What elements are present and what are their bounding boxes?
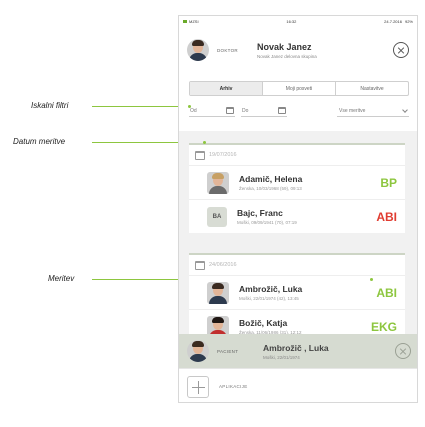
- annotation-label-measurement: Meritev: [48, 274, 75, 283]
- patient-name: Adamič, Helena: [239, 174, 303, 184]
- tab-archive[interactable]: Arhiv: [190, 82, 263, 95]
- date-to-placeholder: Do: [242, 107, 249, 114]
- signal-icon: [183, 19, 187, 23]
- patient-role-label: PACIENT: [217, 348, 239, 354]
- close-icon[interactable]: [393, 42, 409, 58]
- patient-avatar: [207, 281, 229, 304]
- doctor-role-label: DOKTOR: [217, 47, 238, 53]
- annotated-screenshot: Iskalni filtri Datum meritve Meritev MZS…: [0, 0, 425, 427]
- doctor-group: Novak Janez delovna skupina: [257, 53, 317, 59]
- annotation-endpoint: [370, 278, 373, 281]
- group-date: 24/06/2016: [209, 262, 237, 268]
- tab-bar: Arhiv Moji posveti Nastavitve: [189, 81, 409, 96]
- patient-details: Ženska, 10/03/1968 (59), 09:13: [239, 186, 302, 191]
- patient-name: Bajc, Franc: [237, 208, 283, 218]
- list-item[interactable]: Adamič, Helena Ženska, 10/03/1968 (59), …: [189, 165, 405, 199]
- date-group: 19/07/2016 Adamič, Helena Ženska, 10/03/…: [189, 143, 405, 233]
- status-time: 16:32: [286, 18, 297, 24]
- date-from-field[interactable]: Od: [189, 105, 235, 117]
- selected-patient-name: Ambrožič , Luka: [263, 342, 329, 353]
- annotation-label-measurement-date: Datum meritve: [13, 137, 66, 146]
- search-filters: Od Do Vse meritve: [189, 104, 409, 118]
- calendar-icon[interactable]: [278, 107, 286, 114]
- group-date: 19/07/2016: [209, 152, 237, 158]
- status-date: 24.7.2016: [384, 18, 402, 24]
- patient-name: Božič, Katja: [239, 318, 288, 328]
- patient-details: Moški, 09/09/1941 (70), 07:19: [237, 220, 297, 225]
- measurement-type-value: Vse meritve: [339, 107, 366, 114]
- tab-my-consultations[interactable]: Moji posveti: [263, 82, 336, 95]
- battery-level: 92%: [404, 18, 413, 24]
- annotation-endpoint: [203, 141, 206, 144]
- doctor-header: DOKTOR Novak Janez Novak Janez delovna s…: [179, 26, 417, 74]
- applications-label: APLIKACIJE: [219, 384, 248, 389]
- calendar-icon: [195, 150, 205, 160]
- measurement-code: ABI: [376, 209, 397, 224]
- status-bar: MZSI 16:32 24.7.2016 92%: [179, 16, 417, 26]
- annotation-label-search-filters: Iskalni filtri: [31, 101, 69, 110]
- measurement-list: 19/07/2016 Adamič, Helena Ženska, 10/03/…: [179, 131, 417, 351]
- date-from-placeholder: Od: [190, 107, 197, 114]
- selected-patient-details: Moški, 22/01/1974: [263, 354, 300, 360]
- selected-patient-bar[interactable]: PACIENT Ambrožič , Luka Moški, 22/01/197…: [179, 334, 417, 368]
- doctor-name: Novak Janez: [257, 41, 312, 52]
- calendar-icon[interactable]: [226, 107, 234, 114]
- group-date-header: 19/07/2016: [189, 145, 405, 165]
- applications-bar: APLIKACIJE: [179, 368, 417, 402]
- patient-initials-avatar: BA: [207, 206, 227, 227]
- selected-patient-avatar: [187, 340, 209, 362]
- measurement-code: BP: [380, 175, 397, 190]
- doctor-avatar: [187, 39, 209, 61]
- annotation-line-search-filters: [92, 106, 189, 107]
- patient-details: Moški, 22/01/1974 (42), 13:45: [239, 296, 299, 301]
- calendar-icon: [195, 260, 205, 270]
- date-to-field[interactable]: Do: [241, 105, 287, 117]
- date-group: 24/06/2016 Ambrožič, Luka Moški, 22/01/1…: [189, 253, 405, 343]
- patient-name: Ambrožič, Luka: [239, 284, 303, 294]
- measurement-code: EKG: [370, 319, 397, 334]
- close-icon[interactable]: [395, 343, 411, 359]
- measurement-type-select[interactable]: Vse meritve: [337, 105, 409, 117]
- tab-settings[interactable]: Nastavitve: [336, 82, 408, 95]
- measurement-code: ABI: [376, 285, 397, 300]
- chevron-down-icon: [402, 106, 408, 113]
- group-date-header: 24/06/2016: [189, 255, 405, 275]
- carrier-name: MZSI: [189, 18, 199, 24]
- patient-avatar: [207, 171, 229, 194]
- app-screen: MZSI 16:32 24.7.2016 92% DOKTOR Novak Ja…: [178, 15, 418, 403]
- annotation-endpoint: [188, 105, 191, 108]
- list-item[interactable]: BA Bajc, Franc Moški, 09/09/1941 (70), 0…: [189, 199, 405, 233]
- plus-icon[interactable]: [187, 375, 209, 398]
